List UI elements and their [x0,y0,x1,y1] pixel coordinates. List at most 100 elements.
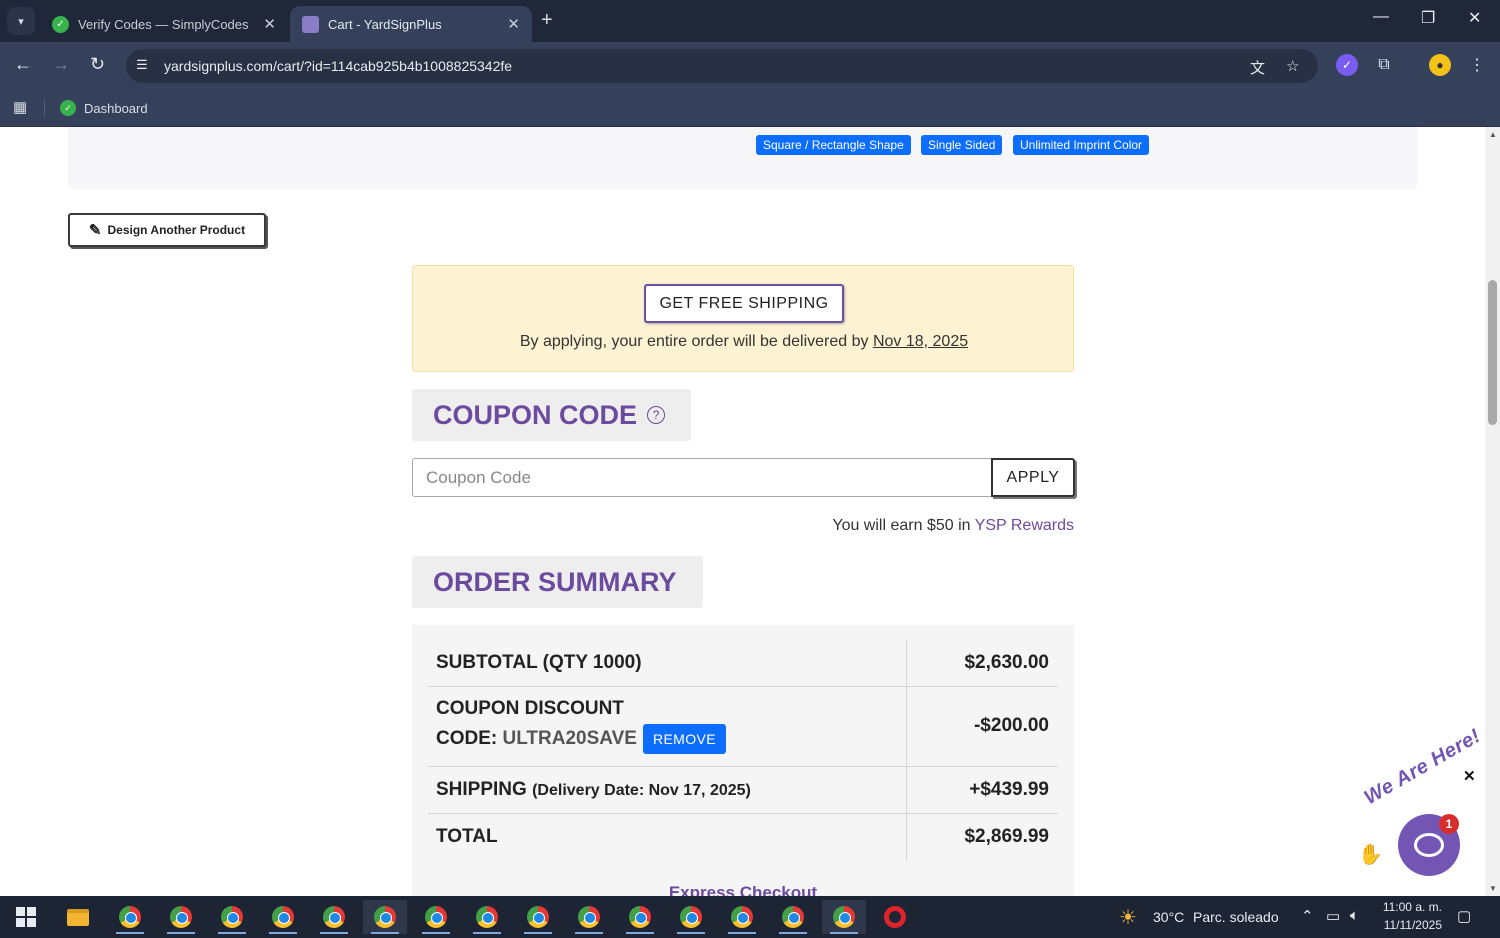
close-window-icon[interactable]: ✕ [1468,8,1481,28]
minimize-icon[interactable]: — [1373,8,1389,26]
product-details-panel: Square / Rectangle Shape Single Sided Un… [68,127,1418,189]
browser-menu-icon[interactable]: ⋮ [1466,54,1488,76]
chrome-profile-9-icon[interactable] [516,900,560,934]
column-divider [906,640,907,686]
scroll-up-arrow-icon[interactable]: ▲ [1489,130,1497,139]
profile-avatar-icon[interactable]: ● [1429,54,1451,76]
coupon-code-input[interactable] [412,458,992,497]
url-text[interactable]: yardsignplus.com/cart/?id=114cab925b4b10… [164,58,512,74]
windows-start-icon[interactable] [16,907,36,927]
chrome-profile-1-icon[interactable] [108,900,152,934]
rewards-note: You will earn $50 in YSP Rewards [412,517,1074,535]
shipping-row: SHIPPING (Delivery Date: Nov 17, 2025) +… [428,767,1058,814]
cart-page: Square / Rectangle Shape Single Sided Un… [0,127,1485,896]
restore-window-icon[interactable]: ❐ [1421,8,1435,28]
extensions-puzzle-icon[interactable]: ⧉ [1373,54,1395,76]
order-summary-heading: ORDER SUMMARY [412,556,703,608]
chrome-profile-3-icon[interactable] [210,900,254,934]
bookmark-label: Dashboard [84,100,148,116]
back-arrow-icon[interactable]: ← [14,54,32,75]
get-free-shipping-button[interactable]: GET FREE SHIPPING [644,284,844,323]
weather-temperature[interactable]: 30°C [1153,909,1184,925]
express-checkout-link[interactable]: Express Checkout [412,883,1074,896]
chrome-profile-15-icon[interactable] [822,900,866,934]
design-another-product-label: Design Another Product [107,223,246,237]
tab-title: Verify Codes — SimplyCodes [78,16,249,32]
remove-coupon-button[interactable]: REMOVE [642,724,727,754]
chrome-profile-14-icon[interactable] [771,900,815,934]
chrome-profile-11-icon[interactable] [618,900,662,934]
coupon-code-line: CODE: ULTRA20SAVE REMOVE [436,724,727,754]
show-hidden-icons-chevron-icon[interactable]: ⌃ [1301,907,1314,925]
shipping-offer-prefix: By applying, your entire order will be d… [519,333,873,350]
apply-coupon-button[interactable]: APPLY [991,458,1075,497]
bookmarks-bar: ▦ ✓ Dashboard [0,90,1500,127]
bookmark-dashboard[interactable]: ✓ Dashboard [60,96,148,120]
address-bar[interactable]: ☰ yardsignplus.com/cart/?id=114cab925b4b… [126,49,1318,83]
ysp-rewards-link[interactable]: YSP Rewards [975,517,1074,534]
coupon-discount-label: COUPON DISCOUNT [436,698,624,719]
yardsignplus-favicon-icon [302,15,319,33]
clock-time[interactable]: 11:00 a. m. [1374,900,1442,914]
chrome-profile-2-icon[interactable] [159,900,203,934]
chrome-profile-5-icon[interactable] [312,900,356,934]
browser-toolbar: ← → ↻ ☰ yardsignplus.com/cart/?id=114cab… [0,42,1500,90]
subtotal-label: SUBTOTAL (QTY 1000) [436,652,642,673]
weather-sun-cloud-icon[interactable]: ☀ [1119,905,1137,930]
forward-arrow-icon[interactable]: → [52,54,70,75]
clock-date[interactable]: 11/11/2025 [1374,918,1442,932]
coupon-code-heading: COUPON CODE ? [412,389,691,441]
free-shipping-offer: GET FREE SHIPPING By applying, your enti… [412,265,1074,372]
opera-browser-icon[interactable] [873,900,917,934]
tab-simplycodes[interactable]: ✓ Verify Codes — SimplyCodes ✕ [40,6,288,42]
windows-taskbar: ☀ 30°C Parc. soleado ⌃ ▭ 🔈︎ 11:00 a. m. … [0,896,1500,938]
scrollbar-thumb[interactable] [1488,280,1497,425]
column-divider [906,687,907,766]
chrome-profile-13-icon[interactable] [720,900,764,934]
tab-search-chevron-icon[interactable]: ▾ [7,7,35,35]
page-scrollbar[interactable]: ▲ ▼ [1485,127,1500,896]
chrome-profile-4-icon[interactable] [261,900,305,934]
simplycodes-favicon-icon: ✓ [60,100,76,116]
coupon-discount-value: -$200.00 [973,715,1049,736]
chat-close-icon[interactable]: ✕ [1463,767,1476,785]
shipping-offer-text: By applying, your entire order will be d… [413,333,1075,351]
chrome-profile-8-icon[interactable] [465,900,509,934]
edit-pencil-icon: ✎ [88,222,102,239]
bookmark-star-icon[interactable]: ☆ [1286,57,1299,75]
chrome-profile-7-icon[interactable] [414,900,458,934]
tab-yardsignplus-cart[interactable]: Cart - YardSignPlus ✕ [290,6,532,42]
simplycodes-extension-icon[interactable]: ✓ [1336,54,1358,76]
close-tab-icon[interactable]: ✕ [263,15,276,33]
shipping-label: SHIPPING [436,779,527,800]
rewards-prefix: You will earn $50 in [832,517,975,534]
browser-tab-bar: ▾ ✓ Verify Codes — SimplyCodes ✕ Cart - … [0,0,1500,42]
chrome-profile-12-icon[interactable] [669,900,713,934]
apps-grid-icon[interactable]: ▦ [13,98,27,116]
shipping-delivery-note: (Delivery Date: Nov 17, 2025) [532,782,751,799]
close-tab-icon[interactable]: ✕ [507,15,520,33]
chrome-profile-6-icon[interactable] [363,900,407,934]
coupon-title-text: COUPON CODE [433,399,638,430]
site-info-icon[interactable]: ☰ [136,57,148,73]
network-icon[interactable]: ▭ [1326,907,1340,925]
reload-icon[interactable]: ↻ [90,54,105,75]
order-summary-table: SUBTOTAL (QTY 1000) $2,630.00 COUPON DIS… [412,625,1074,896]
weather-description[interactable]: Parc. soleado [1193,909,1279,925]
chrome-profile-10-icon[interactable] [567,900,611,934]
total-row: TOTAL $2,869.99 [428,814,1058,861]
subtotal-value: $2,630.00 [964,652,1049,673]
file-explorer-icon[interactable] [56,900,100,934]
product-tag-sides: Single Sided [921,135,1003,155]
notifications-icon[interactable]: ▢ [1457,907,1471,925]
chat-notification-badge: 1 [1439,814,1459,834]
volume-icon[interactable]: 🔈︎ [1350,907,1359,924]
subtotal-row: SUBTOTAL (QTY 1000) $2,630.00 [428,640,1058,687]
design-another-product-button[interactable]: ✎ Design Another Product [68,213,266,247]
help-question-icon[interactable]: ? [647,406,666,424]
new-tab-plus-icon[interactable]: + [541,9,553,32]
shipping-offer-date: Nov 18, 2025 [872,333,969,350]
chat-bubble-icon [1414,833,1444,857]
translate-icon[interactable]: 文 [1250,57,1265,78]
scroll-down-arrow-icon[interactable]: ▼ [1489,884,1497,893]
